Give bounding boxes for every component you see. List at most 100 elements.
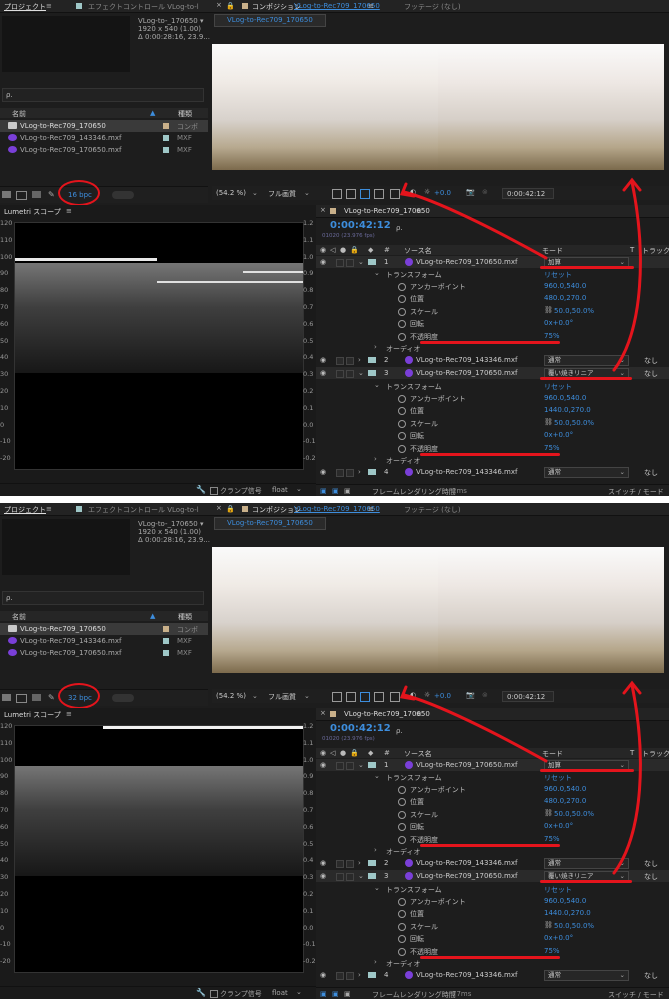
project-item[interactable]: VLog-to-Rec709_170650 コンポ: [0, 623, 208, 635]
label-swatch-icon[interactable]: [163, 147, 169, 153]
project-item-type: コンポ: [177, 626, 198, 634]
menu-icon[interactable]: ≡: [46, 2, 52, 10]
toggle-icon[interactable]: ▣: [320, 487, 327, 495]
project-item[interactable]: VLog-to-Rec709_170650 コンポ: [0, 120, 208, 132]
scope-tick-label: 110: [0, 235, 13, 244]
pen-icon[interactable]: ✎: [48, 693, 55, 702]
footage-tab[interactable]: フッテージ (なし): [404, 505, 461, 515]
new-comp-icon[interactable]: [32, 694, 41, 701]
zoom-dropdown[interactable]: (54.2 %): [216, 692, 246, 700]
thumb-name[interactable]: VLog-to-_170650 ▾: [138, 17, 203, 25]
new-comp-icon[interactable]: [32, 191, 41, 198]
footage-tab[interactable]: フッテージ (なし): [404, 2, 461, 12]
menu-icon[interactable]: ≡: [368, 2, 374, 10]
project-item-type: MXF: [177, 134, 192, 142]
zoom-dropdown[interactable]: (54.2 %): [216, 189, 246, 197]
col-name[interactable]: 名前: [12, 612, 26, 622]
solo-toggle[interactable]: [336, 469, 344, 477]
toggle-icon[interactable]: ▣: [332, 487, 339, 495]
label-swatch-icon[interactable]: [163, 123, 169, 129]
scope-tick-label: -0.2: [303, 957, 316, 966]
scope-tick-label: 0: [0, 923, 5, 932]
chevron-down-icon[interactable]: ⌄: [252, 189, 258, 197]
new-folder-icon[interactable]: [16, 694, 27, 703]
project-item[interactable]: VLog-to-Rec709_143346.mxf MXF: [0, 132, 208, 144]
slider-icon[interactable]: [112, 191, 134, 199]
toggle-icon[interactable]: ▣: [344, 487, 351, 495]
col-type[interactable]: 種類: [178, 612, 192, 622]
wrench-icon[interactable]: 🔧: [196, 988, 206, 997]
project-search[interactable]: ρ.: [2, 88, 204, 102]
interpret-footage-icon[interactable]: [2, 191, 11, 198]
float-dropdown[interactable]: float: [272, 989, 288, 997]
clamp-checkbox[interactable]: [210, 990, 218, 998]
scope-tick-label: 60: [0, 822, 9, 831]
label-swatch-icon[interactable]: [163, 135, 169, 141]
toggle-icon[interactable]: ▣: [332, 990, 339, 998]
menu-icon[interactable]: ≡: [66, 710, 72, 718]
toggle-icon[interactable]: ▣: [320, 990, 327, 998]
comp-subtab[interactable]: VLog-to-Rec709_170650: [214, 14, 326, 27]
toggle-icon[interactable]: ▣: [344, 990, 351, 998]
slider-icon[interactable]: [112, 694, 134, 702]
chevron-down-icon[interactable]: ⌄: [304, 692, 310, 700]
effect-controls-tab[interactable]: エフェクトコントロール VLog-to-l: [88, 2, 199, 12]
scope-tick-label: 80: [0, 286, 9, 295]
new-folder-icon[interactable]: [16, 191, 27, 200]
label-swatch-icon[interactable]: [163, 638, 169, 644]
lock-icon[interactable]: 🔒: [226, 2, 235, 10]
chevron-down-icon[interactable]: ⌄: [304, 189, 310, 197]
project-item[interactable]: VLog-to-Rec709_170650.mxf MXF: [0, 144, 208, 156]
wrench-icon[interactable]: 🔧: [196, 485, 206, 494]
scope-tick-label: 1.1: [303, 738, 314, 747]
pen-icon[interactable]: ✎: [48, 190, 55, 199]
project-item[interactable]: VLog-to-Rec709_170650.mxf MXF: [0, 647, 208, 659]
lock-toggle[interactable]: [346, 469, 354, 477]
waveform-clip-line: [243, 271, 303, 273]
composition-name[interactable]: VLog-to-Rec709_170650: [294, 2, 380, 10]
label-swatch-icon[interactable]: [163, 626, 169, 632]
close-icon[interactable]: ×: [216, 1, 222, 9]
solo-toggle[interactable]: [336, 972, 344, 980]
close-icon[interactable]: ×: [216, 504, 222, 512]
media-icon: [8, 134, 17, 141]
project-header: 名前 ▲ 種類: [0, 108, 208, 118]
col-name[interactable]: 名前: [12, 109, 26, 119]
viewer-right-half: [438, 547, 664, 673]
chevron-down-icon[interactable]: ⌄: [296, 988, 302, 996]
lock-toggle[interactable]: [346, 972, 354, 980]
menu-icon[interactable]: ≡: [66, 207, 72, 215]
quality-dropdown[interactable]: フル画質: [268, 692, 296, 702]
project-item[interactable]: VLog-to-Rec709_143346.mxf MXF: [0, 635, 208, 647]
thumb-size: 1920 x 540 (1.00): [138, 25, 202, 33]
scope-tick-label: -0.1: [303, 940, 316, 949]
switch-mode-toggle[interactable]: スイッチ / モード: [608, 487, 664, 496]
quality-dropdown[interactable]: フル画質: [268, 189, 296, 199]
clamp-checkbox[interactable]: [210, 487, 218, 495]
scope-tick-label: 0.6: [303, 822, 314, 831]
menu-icon[interactable]: ≡: [46, 505, 52, 513]
menu-icon[interactable]: ≡: [368, 505, 374, 513]
project-tab[interactable]: プロジェクト: [4, 2, 46, 12]
thumb-name[interactable]: VLog-to-_170650 ▾: [138, 520, 203, 528]
effect-controls-tab[interactable]: エフェクトコントロール VLog-to-l: [88, 505, 199, 515]
clamp-label: クランプ信号: [220, 990, 262, 998]
scope-tick-label: 50: [0, 839, 9, 848]
lock-icon[interactable]: 🔒: [226, 505, 235, 513]
project-search[interactable]: ρ.: [2, 591, 204, 605]
project-tab[interactable]: プロジェクト: [4, 505, 46, 515]
lumetri-title[interactable]: Lumetri スコープ: [4, 207, 61, 217]
project-footer: ✎ 16 bpc: [0, 186, 208, 203]
scope-tick-label: 120: [0, 219, 13, 227]
composition-name[interactable]: VLog-to-Rec709_170650: [294, 505, 380, 513]
interpret-footage-icon[interactable]: [2, 694, 11, 701]
waveform-clip-line: [103, 726, 303, 729]
chevron-down-icon[interactable]: ⌄: [296, 485, 302, 493]
float-dropdown[interactable]: float: [272, 486, 288, 494]
chevron-down-icon[interactable]: ⌄: [252, 692, 258, 700]
switch-mode-toggle[interactable]: スイッチ / モード: [608, 990, 664, 999]
comp-subtab[interactable]: VLog-to-Rec709_170650: [214, 517, 326, 530]
label-swatch-icon[interactable]: [163, 650, 169, 656]
lumetri-title[interactable]: Lumetri スコープ: [4, 710, 61, 720]
col-type[interactable]: 種類: [178, 109, 192, 119]
